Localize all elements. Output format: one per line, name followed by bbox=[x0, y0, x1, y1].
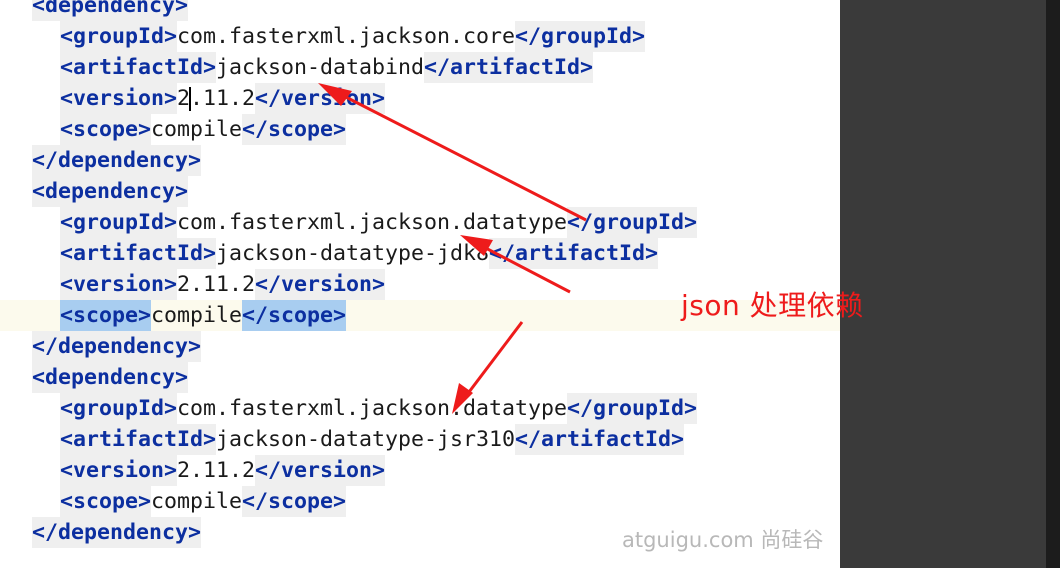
code-line[interactable]: <version>2.11.2</version> bbox=[0, 83, 840, 114]
xml-open-tag: <version> bbox=[60, 455, 178, 486]
xml-open-tag: <groupId> bbox=[60, 207, 178, 238]
annotation-label: json 处理依赖 bbox=[681, 289, 864, 322]
code-line[interactable]: <dependency> bbox=[0, 362, 840, 393]
xml-open-tag: <dependency> bbox=[32, 0, 189, 21]
xml-open-tag: <scope> bbox=[60, 300, 152, 331]
xml-close-tag: </scope> bbox=[242, 114, 347, 145]
xml-open-tag: <artifactId> bbox=[60, 238, 217, 269]
xml-open-tag: <version> bbox=[60, 83, 178, 114]
xml-open-tag: <artifactId> bbox=[60, 424, 217, 455]
code-line[interactable]: </dependency> bbox=[0, 331, 840, 362]
xml-text-value: jackson-datatype-jdk8 bbox=[216, 241, 490, 266]
xml-text-value: compile bbox=[151, 117, 243, 142]
xml-close-tag: </scope> bbox=[242, 486, 347, 517]
xml-open-tag: <dependency> bbox=[32, 176, 189, 207]
code-line[interactable]: <artifactId>jackson-datatype-jdk8</artif… bbox=[0, 238, 840, 269]
code-line[interactable]: <version>2.11.2</version> bbox=[0, 455, 840, 486]
code-line[interactable]: <groupId>com.fasterxml.jackson.datatype<… bbox=[0, 207, 840, 238]
xml-text-value: jackson-datatype-jsr310 bbox=[216, 427, 516, 452]
xml-open-tag: <artifactId> bbox=[60, 52, 217, 83]
text-caret bbox=[189, 87, 191, 111]
xml-close-tag: </version> bbox=[255, 83, 386, 114]
xml-text-value: com.fasterxml.jackson.datatype bbox=[177, 210, 568, 235]
xml-open-tag: </dependency> bbox=[32, 145, 202, 176]
xml-close-tag: </version> bbox=[255, 455, 386, 486]
xml-close-tag: </scope> bbox=[242, 300, 347, 331]
xml-text-value: com.fasterxml.jackson.core bbox=[177, 24, 516, 49]
xml-open-tag: <scope> bbox=[60, 486, 152, 517]
code-line[interactable]: <dependency> bbox=[0, 176, 840, 207]
xml-open-tag: <groupId> bbox=[60, 21, 178, 52]
xml-open-tag: </dependency> bbox=[32, 517, 202, 548]
xml-close-tag: </artifactId> bbox=[515, 424, 685, 455]
xml-close-tag: </groupId> bbox=[567, 393, 698, 424]
xml-open-tag: </dependency> bbox=[32, 331, 202, 362]
xml-open-tag: <version> bbox=[60, 269, 178, 300]
watermark: atguigu.com 尚硅谷 bbox=[622, 528, 824, 552]
code-line[interactable]: <scope>compile</scope> bbox=[0, 486, 840, 517]
xml-close-tag: </version> bbox=[255, 269, 386, 300]
xml-text-value: jackson-databind bbox=[216, 55, 425, 80]
xml-text-value: com.fasterxml.jackson.datatype bbox=[177, 396, 568, 421]
xml-open-tag: <groupId> bbox=[60, 393, 178, 424]
code-line[interactable]: <dependency> bbox=[0, 0, 840, 21]
xml-close-tag: </groupId> bbox=[567, 207, 698, 238]
xml-text-value: 2.11.2 bbox=[177, 458, 256, 483]
xml-open-tag: <scope> bbox=[60, 114, 152, 145]
xml-open-tag: <dependency> bbox=[32, 362, 189, 393]
side-panel bbox=[840, 0, 1060, 568]
xml-text-value: compile bbox=[151, 489, 243, 514]
code-line[interactable]: <groupId>com.fasterxml.jackson.core</gro… bbox=[0, 21, 840, 52]
code-line[interactable]: </dependency> bbox=[0, 145, 840, 176]
xml-close-tag: </artifactId> bbox=[489, 238, 659, 269]
code-line[interactable]: <artifactId>jackson-datatype-jsr310</art… bbox=[0, 424, 840, 455]
code-line[interactable]: <artifactId>jackson-databind</artifactId… bbox=[0, 52, 840, 83]
code-line[interactable]: <scope>compile</scope> bbox=[0, 114, 840, 145]
xml-text-value: 2.11.2 bbox=[177, 272, 256, 297]
panel-edge bbox=[1046, 0, 1060, 568]
code-line[interactable]: <groupId>com.fasterxml.jackson.datatype<… bbox=[0, 393, 840, 424]
xml-close-tag: </artifactId> bbox=[424, 52, 594, 83]
xml-text-value: compile bbox=[151, 303, 243, 328]
xml-close-tag: </groupId> bbox=[515, 21, 646, 52]
